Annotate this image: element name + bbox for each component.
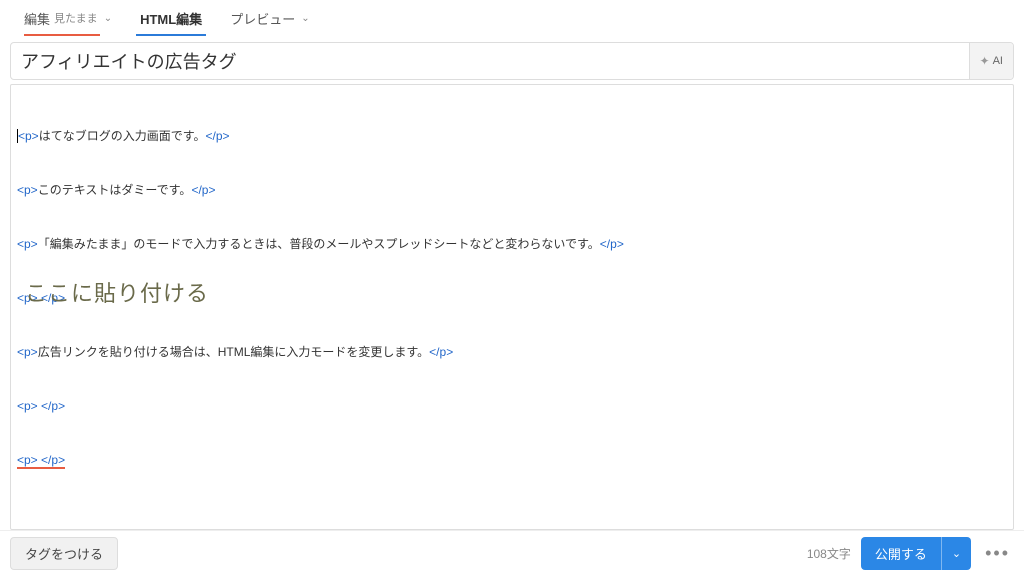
code-line: <p>はてなブログの入力画面です。</p> xyxy=(17,127,1007,145)
bottom-toolbar: タグをつける 108文字 公開する ⌄ ••• xyxy=(0,530,1024,576)
bottom-right-controls: 108文字 公開する ⌄ ••• xyxy=(807,537,1014,570)
code-line: <p>「編集みたまま」のモードで入力するときは、普段のメールやスプレッドシートな… xyxy=(17,235,1007,253)
code-line: <p> </p> xyxy=(17,289,1007,307)
title-row: ✦ AI xyxy=(10,42,1014,80)
post-title-input[interactable] xyxy=(11,43,969,79)
tab-active-underline xyxy=(136,34,206,36)
tab-edit-label: 編集 xyxy=(24,9,50,28)
tab-edit-wysiwyg[interactable]: 編集 見たまま ⌄ xyxy=(10,0,126,36)
code-line: <p>このテキストはダミーです。</p> xyxy=(17,181,1007,199)
editor-mode-tabs: 編集 見たまま ⌄ HTML編集 プレビュー ⌄ xyxy=(0,0,1024,36)
tab-html-edit[interactable]: HTML編集 xyxy=(126,0,216,36)
ai-assist-button[interactable]: ✦ AI xyxy=(969,43,1013,79)
publish-dropdown[interactable]: ⌄ xyxy=(941,537,971,570)
tab-preview-label: プレビュー xyxy=(230,9,295,28)
chevron-down-icon: ⌄ xyxy=(301,13,309,24)
char-count: 108文字 xyxy=(807,545,851,562)
html-editor[interactable]: <p>はてなブログの入力画面です。</p> <p>このテキストはダミーです。</… xyxy=(10,84,1014,530)
tab-edit-sublabel: 見たまま xyxy=(54,10,98,26)
chevron-down-icon: ⌄ xyxy=(104,13,112,24)
tab-preview[interactable]: プレビュー ⌄ xyxy=(216,0,323,36)
tab-edit-underline xyxy=(24,34,100,36)
add-tag-button[interactable]: タグをつける xyxy=(10,537,118,570)
more-menu-button[interactable]: ••• xyxy=(981,543,1014,564)
code-line: <p> </p> xyxy=(17,451,1007,469)
publish-group: 公開する ⌄ xyxy=(861,537,971,570)
code-area[interactable]: <p>はてなブログの入力画面です。</p> <p>このテキストはダミーです。</… xyxy=(11,85,1013,530)
code-line: <p>広告リンクを貼り付ける場合は、HTML編集に入力モードを変更します。</p… xyxy=(17,343,1007,361)
tab-html-label: HTML編集 xyxy=(140,9,202,28)
code-line: <p> </p> xyxy=(17,397,1007,415)
publish-button[interactable]: 公開する xyxy=(861,537,941,570)
sparkle-icon: ✦ xyxy=(980,54,990,68)
ai-label: AI xyxy=(993,55,1003,67)
